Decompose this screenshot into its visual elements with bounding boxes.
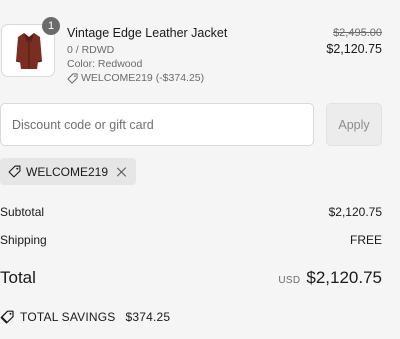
tag-icon [67,72,78,84]
original-price: $2,495.00 [333,27,382,39]
savings-label: TOTAL SAVINGS [20,310,116,324]
discount-form: Apply [0,103,382,146]
total-savings-row: TOTAL SAVINGS $374.25 [0,310,170,324]
shipping-value: FREE [349,233,382,247]
product-color: Color: Redwood [67,58,143,70]
applied-code-label: WELCOME219 [26,164,109,179]
total-value: $2,120.75 [306,268,382,287]
item-details: Vintage Edge Leather Jacket 0 / RDWD Col… [67,25,287,85]
apply-button[interactable]: Apply [326,103,382,146]
total-row: Total USD $2,120.75 [0,268,382,288]
shipping-row: Shipping FREE [0,233,382,247]
product-variant: 0 / RDWD [67,44,115,56]
current-price: $2,120.75 [326,42,382,56]
quantity-badge: 1 [42,17,60,35]
item-discount-label: WELCOME219 (-$374.25) [81,72,205,84]
applied-discount-chip: WELCOME219 [0,158,136,185]
savings-value: $374.25 [125,310,171,324]
line-item: 1 Vintage Edge Leather Jacket 0 / RDWD C… [0,17,400,85]
item-prices: $2,495.00 $2,120.75 [326,25,382,58]
item-discount: WELCOME219 (-$374.25) [67,71,287,85]
total-amount: USD $2,120.75 [278,268,382,288]
tag-icon [8,165,21,178]
order-summary: 1 Vintage Edge Leather Jacket 0 / RDWD C… [0,0,400,339]
subtotal-row: Subtotal $2,120.75 [0,205,382,219]
shipping-label: Shipping [0,233,47,247]
total-label: Total [0,268,36,287]
discount-code-input[interactable] [0,103,314,146]
subtotal-value: $2,120.75 [328,205,382,219]
product-thumbnail: 1 [0,17,60,77]
leather-jacket-image [15,33,43,69]
tag-icon [0,310,14,324]
close-icon[interactable] [116,166,128,178]
subtotal-label: Subtotal [0,205,45,219]
product-name: Vintage Edge Leather Jacket [67,26,228,40]
currency-code: USD [278,275,301,286]
